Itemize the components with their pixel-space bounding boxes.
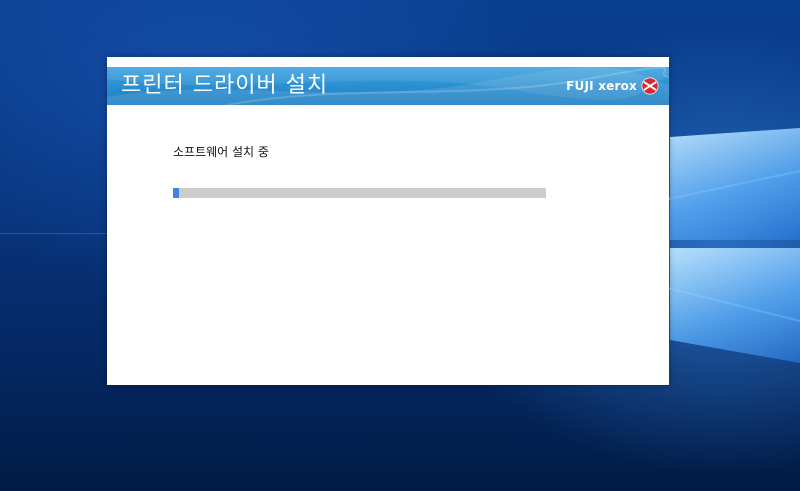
brand-logo: FUJI xerox [566,76,659,96]
installer-banner: 프린터 드라이버 설치 FUJI xerox [107,67,669,105]
windows-logo-pane-top [670,128,800,240]
xerox-logo-icon [641,77,659,95]
install-status-text: 소프트웨어 설치 중 [173,145,269,159]
installer-window: 프린터 드라이버 설치 FUJI xerox 소프트웨어 설치 중 [107,57,669,385]
install-progress-fill [173,188,179,198]
windows-logo-pane-bottom [670,248,800,363]
brand-name: FUJI xerox [566,79,637,93]
install-progress-bar [173,188,546,198]
installer-title: 프린터 드라이버 설치 [121,73,329,98]
